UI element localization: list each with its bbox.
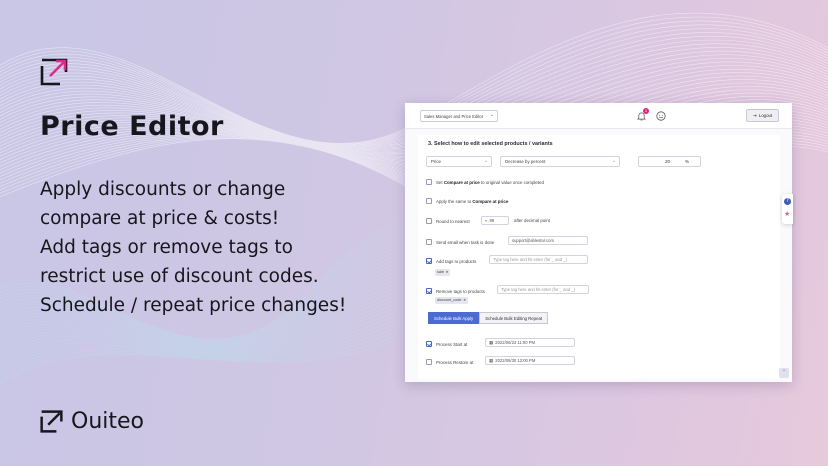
round-label: Round to nearest: [436, 218, 470, 224]
chevron-down-icon: ⌄: [489, 112, 494, 118]
add-tags-label: Add tags to products: [436, 258, 477, 264]
email-input[interactable]: support@ablestar.com: [508, 236, 588, 245]
hero-line: Apply discounts or change: [40, 179, 286, 200]
notification-badge: 1: [643, 108, 649, 114]
round-option[interactable]: Round to nearest: [426, 218, 470, 224]
round-value-input[interactable]: ▾ .99: [481, 216, 509, 225]
amount-value: 20: [665, 159, 671, 164]
compare-at-price-label: Set Compare at price to original value o…: [436, 179, 544, 185]
chevron-down-icon: ⌄: [611, 158, 616, 164]
edit-panel: 3. Select how to edit selected products …: [418, 135, 780, 379]
remove-tags-checkbox[interactable]: [426, 288, 432, 294]
add-tag-chip[interactable]: sale ×: [435, 269, 451, 276]
process-restore-input[interactable]: ▦ 2022/06/30 12:00 PM: [485, 356, 575, 365]
help-icon[interactable]: ?: [784, 198, 791, 205]
add-tags-input[interactable]: Type tag here and hit enter (for _ and _…: [489, 255, 588, 264]
process-start-input[interactable]: ▦ 2022/06/23 11:00 PM: [485, 338, 575, 347]
process-start-option[interactable]: Process Start at: [426, 341, 467, 347]
side-toolbar: ? ★: [782, 194, 793, 224]
app-selector[interactable]: Sales Manager and Price Editor ⌄: [420, 110, 498, 122]
hero-title: Price Editor: [40, 111, 224, 142]
remove-tag-chip[interactable]: discount_code ×: [435, 297, 468, 304]
brand-name: Ouiteo: [71, 409, 144, 434]
calendar-icon: ▦: [489, 340, 494, 345]
round-checkbox[interactable]: [426, 218, 432, 224]
logo-icon: [40, 58, 68, 86]
logout-label: Logout: [758, 113, 773, 118]
calendar-icon: ▦: [489, 358, 494, 363]
field-select-value: Price: [431, 159, 442, 164]
process-start-label: Process Start at: [436, 341, 468, 347]
compare-at-price-option[interactable]: Set Compare at price to original value o…: [426, 179, 544, 185]
method-select[interactable]: Decrease by percent ⌄: [500, 156, 620, 167]
tab-schedule-bulk-repeat[interactable]: Schedule Bulk Editing Repeat: [479, 312, 549, 324]
brand-logo-icon: [40, 410, 63, 433]
hero-line: Add tags or remove tags to: [40, 237, 293, 258]
add-tags-option[interactable]: Add tags to products: [426, 258, 476, 264]
round-value: .99: [488, 218, 495, 223]
apply-same-checkbox[interactable]: [426, 198, 432, 204]
email-option[interactable]: Send email when task is done: [426, 239, 494, 245]
footer-brand: Ouiteo: [40, 409, 144, 434]
section-title: 3. Select how to edit selected products …: [428, 141, 553, 147]
remove-tags-input[interactable]: Type tag here and hit enter (for _ and _…: [497, 285, 589, 294]
remove-tags-option[interactable]: Remove tags to products: [426, 288, 485, 294]
process-restore-checkbox[interactable]: [426, 359, 432, 365]
apply-same-label: Apply the same to Compare at price: [436, 198, 509, 204]
schedule-tabs: Schedule Bulk Apply Schedule Bulk Editin…: [428, 312, 549, 324]
remove-tags-label: Remove tags to products: [436, 288, 485, 294]
add-tags-checkbox[interactable]: [426, 258, 432, 264]
amount-input[interactable]: 20 %: [638, 156, 701, 167]
hero-line: compare at price & costs!: [40, 208, 280, 229]
close-icon[interactable]: ×: [464, 298, 466, 302]
app-topbar: Sales Manager and Price Editor ⌄ 1 ⇥ Log…: [405, 103, 792, 129]
process-restore-option[interactable]: Process Restore at: [426, 359, 473, 365]
logout-icon: ⇥: [752, 113, 757, 118]
round-suffix: after decimal point: [514, 218, 550, 223]
user-avatar-icon[interactable]: [656, 111, 666, 121]
tab-schedule-bulk-apply[interactable]: Schedule Bulk Apply: [428, 312, 480, 324]
process-start-checkbox[interactable]: [426, 341, 432, 347]
app-window: Sales Manager and Price Editor ⌄ 1 ⇥ Log…: [405, 103, 792, 382]
chevron-down-icon: ⌄: [483, 158, 488, 164]
hero-line: restrict use of discount codes.: [40, 266, 319, 287]
close-icon[interactable]: ×: [446, 270, 448, 274]
hero-line: Schedule / repeat price changes!: [40, 295, 347, 316]
email-checkbox[interactable]: [426, 239, 432, 245]
method-select-value: Decrease by percent: [505, 159, 546, 164]
amount-unit: %: [685, 159, 690, 164]
email-label: Send email when task is done: [436, 239, 495, 245]
compare-at-price-checkbox[interactable]: [426, 179, 432, 185]
process-restore-label: Process Restore at: [436, 359, 474, 365]
logout-button[interactable]: ⇥ Logout: [746, 109, 779, 122]
app-selector-label: Sales Manager and Price Editor: [424, 114, 484, 119]
scroll-up-button[interactable]: ⌃: [779, 368, 789, 378]
field-select[interactable]: Price ⌄: [426, 156, 492, 167]
hero-description: Apply discounts or change compare at pri…: [40, 175, 370, 320]
star-icon[interactable]: ★: [784, 211, 790, 218]
apply-same-option[interactable]: Apply the same to Compare at price: [426, 198, 508, 204]
